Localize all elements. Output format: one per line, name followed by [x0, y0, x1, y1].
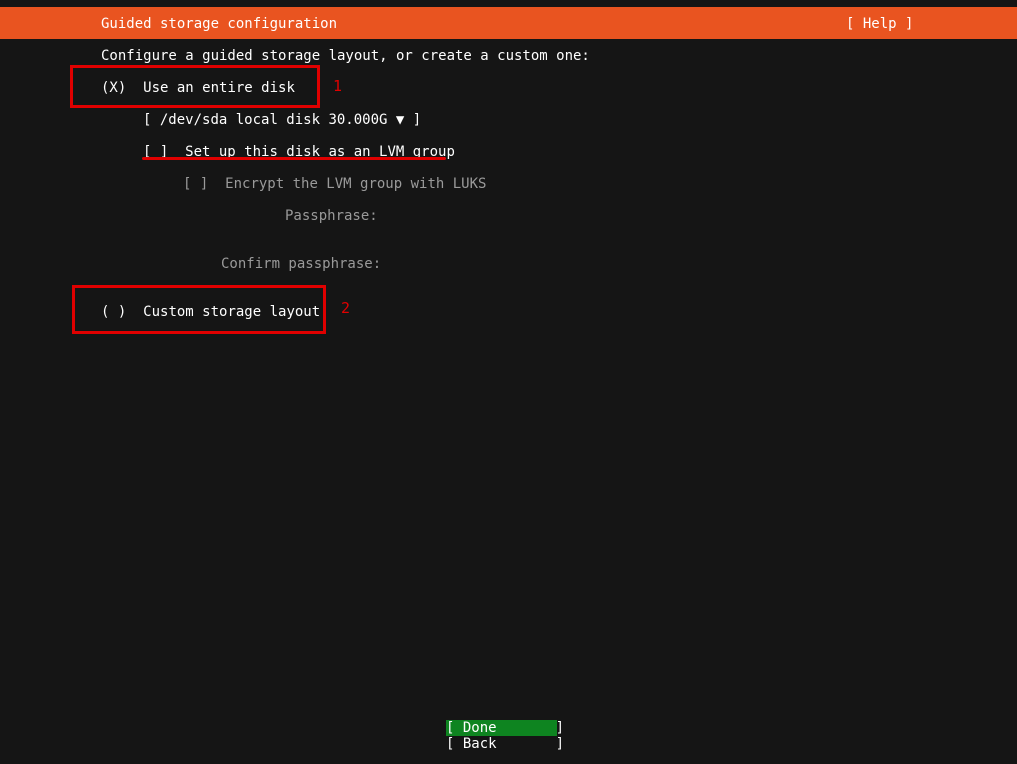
confirm-passphrase-label: Confirm passphrase: — [221, 256, 382, 272]
intro-text: Configure a guided storage layout, or cr… — [101, 48, 590, 64]
annotation-number-1: 1 — [333, 77, 343, 95]
encrypt-checkbox[interactable]: [ ] Encrypt the LVM group with LUKS — [183, 176, 486, 192]
done-button[interactable]: [ Done ] — [446, 720, 564, 736]
encrypt-checkbox-marker: [ ] — [183, 176, 209, 192]
encrypt-checkbox-label: Encrypt the LVM group with LUKS — [225, 176, 487, 192]
help-button[interactable]: [ Help ] — [846, 16, 913, 32]
annotation-number-2: 2 — [341, 299, 351, 317]
passphrase-label: Passphrase: — [285, 208, 378, 224]
page-title: Guided storage configuration — [101, 16, 338, 32]
chevron-down-icon: ▼ — [395, 112, 405, 128]
annotation-underline-lvm — [142, 157, 446, 160]
disk-select-value: /dev/sda local disk 30.000G — [159, 112, 388, 128]
disk-select-close: ] — [412, 112, 422, 128]
annotation-box-custom-layout — [72, 285, 326, 334]
back-button[interactable]: [ Back ] — [446, 736, 564, 752]
disk-select[interactable]: [ /dev/sda local disk 30.000G ▼ ] — [143, 112, 421, 128]
disk-select-open: [ — [143, 112, 152, 128]
annotation-box-entire-disk — [70, 65, 320, 108]
passphrase-input[interactable] — [380, 208, 680, 224]
confirm-passphrase-input[interactable] — [380, 256, 680, 272]
